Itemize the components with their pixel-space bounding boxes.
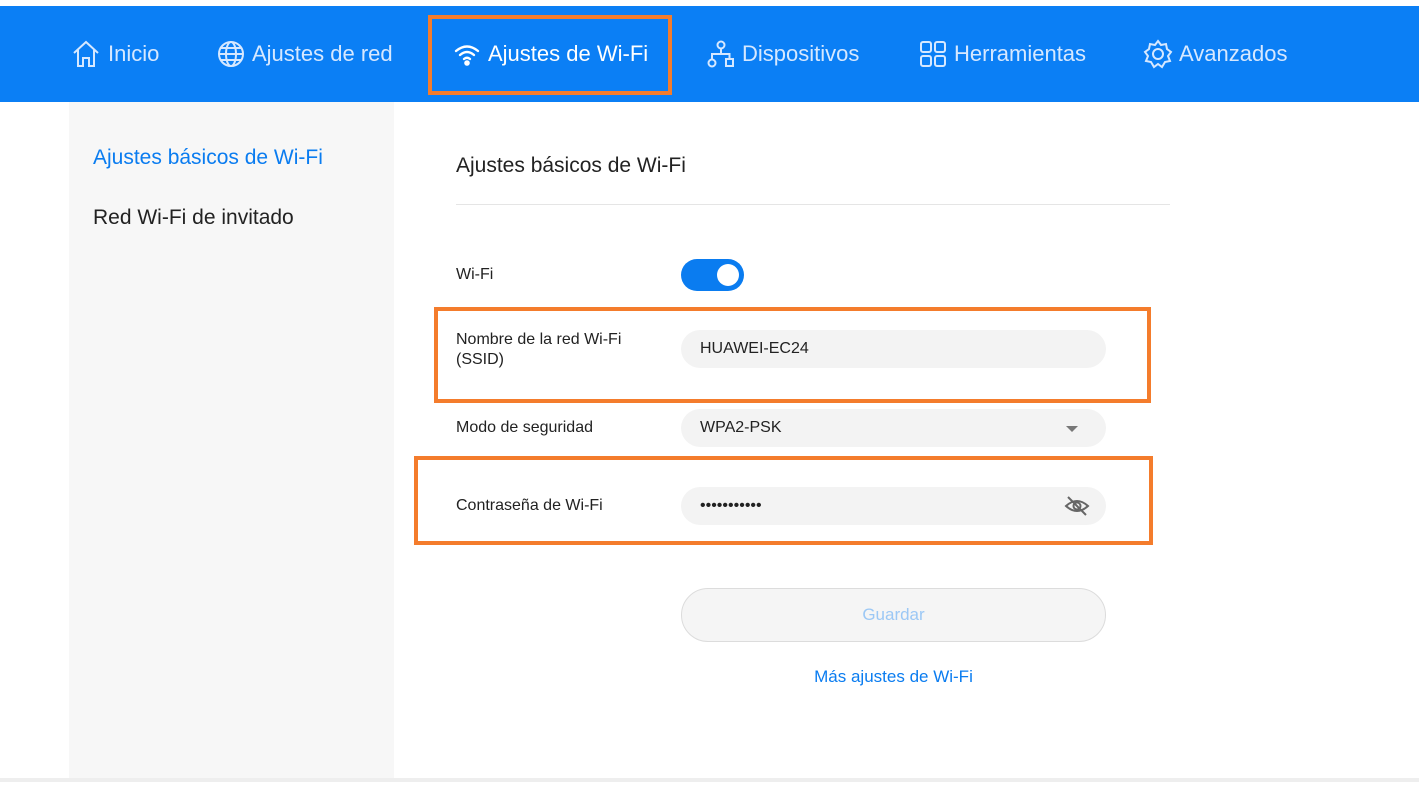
nav-item-inicio[interactable]: Inicio (70, 6, 159, 102)
nav-label: Inicio (108, 41, 160, 66)
wifi-label: Wi-Fi (456, 266, 494, 283)
save-button[interactable]: Guardar (681, 588, 1106, 642)
highlight-box-wifi-tab (428, 15, 672, 95)
tools-grid-icon (920, 41, 946, 67)
gear-icon (1143, 39, 1173, 69)
devices-icon (707, 40, 734, 68)
toggle-knob (717, 264, 739, 286)
nav-item-avanzados[interactable]: Avanzados (1143, 6, 1287, 102)
nav-item-dispositivos[interactable]: Dispositivos (706, 6, 859, 102)
nav-label: Ajustes de red (252, 41, 393, 66)
chevron-down-icon (1066, 426, 1078, 432)
footer-divider (0, 778, 1419, 782)
top-nav-bar: Inicio Ajustes de red Ajustes de Wi-Fi D… (0, 6, 1419, 102)
security-mode-value: WPA2-PSK (700, 419, 782, 436)
nav-item-herramientas[interactable]: Herramientas (918, 6, 1086, 102)
wifi-toggle[interactable] (681, 259, 744, 291)
nav-item-ajustes-de-red[interactable]: Ajustes de red (216, 6, 393, 102)
security-mode-label: Modo de seguridad (456, 419, 593, 436)
home-icon (73, 40, 99, 67)
highlight-box-ssid (434, 307, 1151, 403)
page-title: Ajustes básicos de Wi-Fi (456, 154, 686, 177)
nav-label: Dispositivos (742, 41, 860, 66)
sidebar-item-red-invitado[interactable]: Red Wi-Fi de invitado (93, 206, 294, 230)
title-divider (456, 204, 1170, 205)
globe-icon (218, 41, 244, 67)
sidebar-item-ajustes-basicos[interactable]: Ajustes básicos de Wi-Fi (93, 146, 323, 170)
security-mode-select[interactable]: WPA2-PSK (681, 409, 1106, 447)
nav-label: Avanzados (1179, 41, 1288, 66)
more-wifi-settings-link[interactable]: Más ajustes de Wi-Fi (681, 667, 1106, 687)
sidebar: Ajustes básicos de Wi-Fi Red Wi-Fi de in… (69, 102, 394, 778)
highlight-box-password (414, 456, 1153, 545)
nav-label: Herramientas (954, 41, 1087, 66)
